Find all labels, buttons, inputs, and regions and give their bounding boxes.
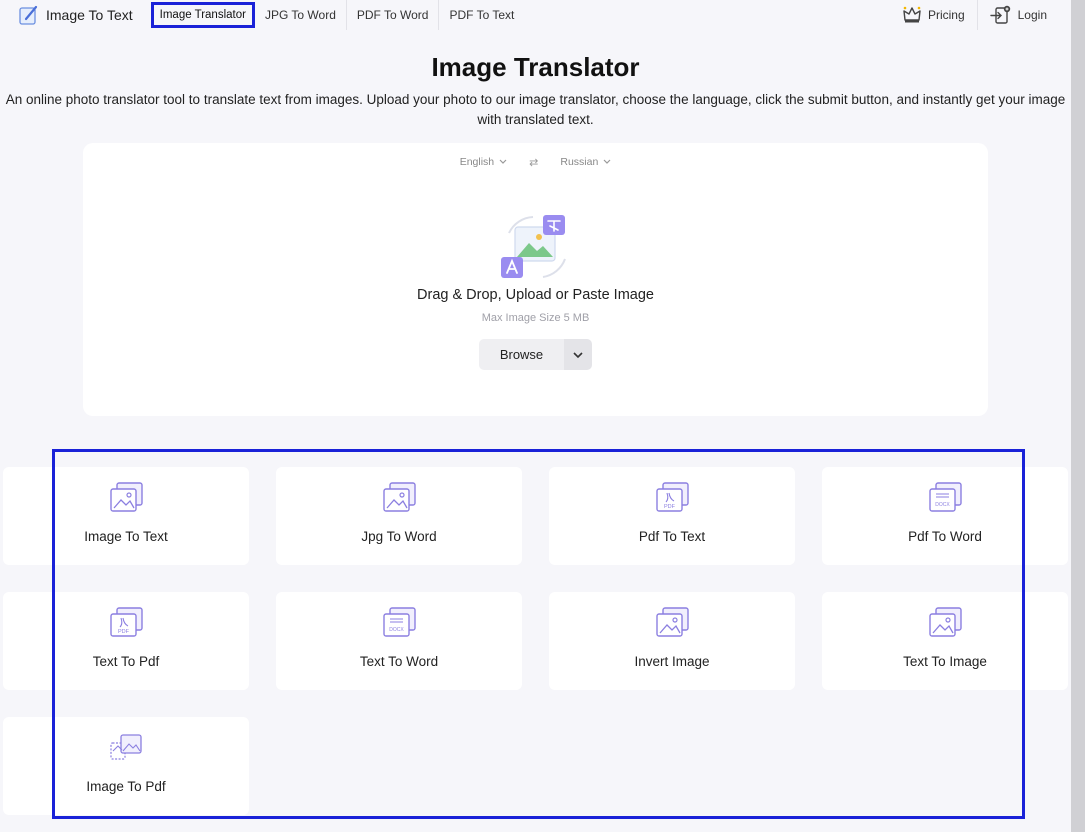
browse-button-group: Browse — [479, 339, 592, 370]
swap-languages-icon[interactable]: ⇄ — [529, 156, 538, 169]
tool-card-label: Pdf To Word — [908, 529, 982, 544]
tool-card-label: Text To Pdf — [92, 654, 160, 669]
upload-instructions: Drag & Drop, Upload or Paste Image — [417, 287, 654, 303]
chevron-down-icon — [573, 351, 583, 358]
tool-card-label: Image To Text — [84, 529, 168, 544]
top-nav: Image To Text Image Translator JPG To Wo… — [0, 0, 1071, 30]
login-icon — [989, 5, 1010, 24]
chevron-down-icon — [603, 159, 611, 164]
nav-link-pdf-to-text[interactable]: PDF To Text — [439, 0, 524, 30]
tool-card-label: Pdf To Text — [638, 529, 706, 544]
target-language-select[interactable]: Russian — [560, 156, 611, 168]
chevron-down-icon — [499, 159, 507, 164]
svg-text:PDF: PDF — [664, 504, 676, 510]
source-language-select[interactable]: English — [460, 156, 507, 168]
translate-image-icon — [501, 215, 566, 278]
logo-link[interactable]: Image To Text — [18, 0, 133, 30]
language-selector-row: English ⇄ Russian — [83, 153, 988, 171]
tool-card-label: Invert Image — [634, 654, 710, 669]
logo-icon — [19, 5, 38, 25]
pricing-link[interactable]: Pricing — [890, 5, 977, 25]
pricing-label: Pricing — [927, 8, 965, 22]
image-icon — [383, 482, 416, 512]
tool-card-image-to-pdf[interactable]: Image To Pdf — [3, 717, 249, 815]
tool-card-invert-image[interactable]: Invert Image — [549, 592, 795, 690]
svg-text:DOCX: DOCX — [389, 627, 404, 633]
svg-text:PDF: PDF — [118, 629, 130, 635]
tool-card-pdf-to-text[interactable]: PDF Pdf To Text — [549, 467, 795, 565]
browse-button[interactable]: Browse — [479, 339, 564, 370]
tool-card-pdf-to-word[interactable]: DOCX Pdf To Word — [822, 467, 1068, 565]
login-label: Login — [1017, 8, 1047, 22]
tool-card-jpg-to-word[interactable]: Jpg To Word — [276, 467, 522, 565]
nav-link-image-translator[interactable]: Image Translator — [150, 2, 255, 28]
scrollbar[interactable] — [1071, 0, 1085, 832]
upload-dropzone[interactable]: English ⇄ Russian Drag & Drop, Upload or… — [83, 143, 988, 416]
image-icon — [656, 607, 689, 637]
target-language-label: Russian — [560, 156, 599, 168]
login-link[interactable]: Login — [978, 5, 1059, 25]
browse-dropdown-button[interactable] — [564, 339, 592, 370]
tool-card-label: Text To Word — [359, 654, 439, 669]
nav-right: Pricing Login — [890, 0, 1059, 30]
nav-links: Image Translator JPG To Word PDF To Word… — [133, 0, 525, 30]
tool-card-text-to-word[interactable]: DOCX Text To Word — [276, 592, 522, 690]
tool-card-text-to-pdf[interactable]: PDF Text To Pdf — [3, 592, 249, 690]
page-subtitle: An online photo translator tool to trans… — [5, 92, 1066, 127]
docx-icon: DOCX — [929, 482, 962, 512]
nav-link-jpg-to-word[interactable]: JPG To Word — [255, 0, 347, 30]
svg-text:DOCX: DOCX — [935, 502, 950, 508]
tool-card-image-to-text[interactable]: Image To Text — [3, 467, 249, 565]
image-pdf-icon — [110, 734, 142, 760]
max-size-note: Max Image Size 5 MB — [481, 312, 590, 324]
crown-icon — [903, 6, 921, 23]
nav-link-pdf-to-word[interactable]: PDF To Word — [347, 0, 440, 30]
tool-card-label: Text To Image — [903, 654, 987, 669]
logo-text: Image To Text — [46, 7, 133, 23]
page-title: Image Translator — [431, 52, 640, 82]
tool-card-text-to-image[interactable]: Text To Image — [822, 592, 1068, 690]
pdf-icon: PDF — [110, 607, 143, 637]
pdf-icon: PDF — [656, 482, 689, 512]
docx-icon: DOCX — [383, 607, 416, 637]
image-icon — [110, 482, 143, 512]
tool-card-label: Image To Pdf — [86, 779, 166, 794]
image-icon — [929, 607, 962, 637]
tool-card-label: Jpg To Word — [361, 529, 437, 544]
source-language-label: English — [459, 156, 495, 168]
